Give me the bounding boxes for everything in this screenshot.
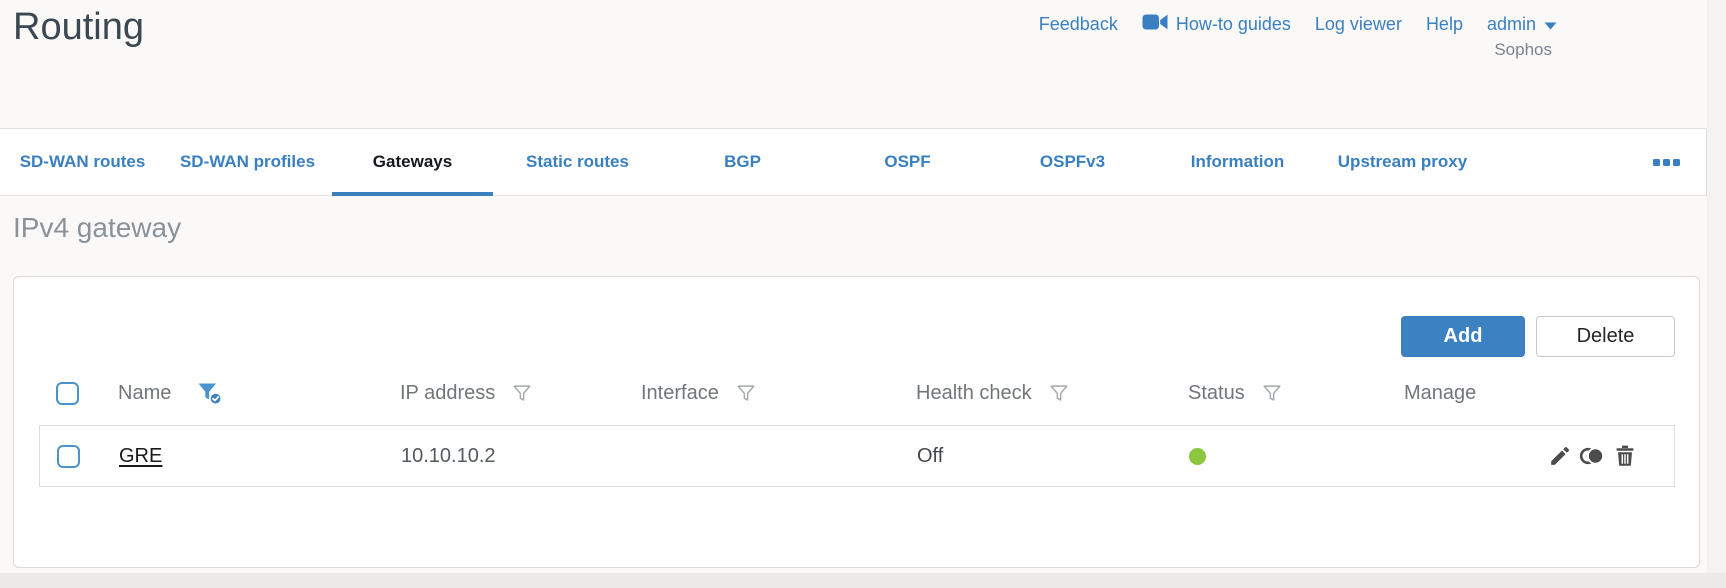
edit-pencil-icon[interactable] [1548,444,1572,468]
status-cell [1177,447,1393,465]
filter-funnel-icon[interactable] [1048,382,1070,404]
gateway-panel: Add Delete Name IP address Interface Hea… [13,276,1700,568]
column-header-ip-address: IP address [388,382,629,405]
log-viewer-link[interactable]: Log viewer [1315,14,1402,35]
video-camera-icon [1142,13,1168,36]
tab-ospfv3[interactable]: OSPFv3 [990,129,1155,195]
chevron-down-icon [1544,14,1557,35]
feedback-link[interactable]: Feedback [1039,14,1118,35]
page-header: Routing Feedback How-to guides Log viewe… [0,0,1726,128]
add-button[interactable]: Add [1401,316,1525,357]
table-header-row: Name IP address Interface Health check S… [39,376,1675,410]
tab-sd-wan-routes[interactable]: SD-WAN routes [0,129,165,195]
gateway-name-link[interactable]: GRE [119,445,162,468]
howto-guides-link[interactable]: How-to guides [1142,13,1291,36]
filter-funnel-icon[interactable] [511,382,533,404]
tab-upstream-proxy[interactable]: Upstream proxy [1320,129,1485,195]
select-all-cell [39,381,106,405]
select-all-checkbox[interactable] [56,381,79,405]
header-links: Feedback How-to guides Log viewer Help a… [1039,13,1557,36]
filter-active-funnel-check-icon[interactable] [196,380,223,406]
ip-address-cell: 10.10.10.2 [401,444,496,467]
page-title: Routing [13,6,144,48]
health-check-cell: Off [917,444,944,467]
column-header-manage: Manage [1404,381,1477,404]
tab-static-routes[interactable]: Static routes [495,129,660,195]
column-header-interface: Interface [629,382,904,405]
tab-information[interactable]: Information [1155,129,1320,195]
table-body: GRE 10.10.10.2 Off [39,425,1675,487]
tab-gateways[interactable]: Gateways [330,129,495,196]
row-checkbox[interactable] [57,444,80,468]
page-bottom-edge [0,573,1726,588]
row-select-cell [40,444,107,468]
tab-bgp[interactable]: BGP [660,129,825,195]
column-header-health-check: Health check [904,382,1176,405]
table-toolbar: Add Delete [39,316,1675,357]
status-green-dot [1189,447,1206,465]
tab-ospf[interactable]: OSPF [825,129,990,195]
gateway-name-cell: GRE [107,445,389,468]
tab-bar: SD-WAN routes SD-WAN profiles Gateways S… [0,128,1707,196]
clone-icon[interactable] [1579,444,1606,468]
admin-menu[interactable]: admin [1487,14,1557,35]
column-header-name: Name [106,380,388,406]
trash-icon[interactable] [1613,444,1637,468]
tab-sd-wan-profiles[interactable]: SD-WAN profiles [165,129,330,195]
filter-funnel-icon[interactable] [735,382,757,404]
table-row: GRE 10.10.10.2 Off [40,426,1674,486]
manage-cell [1393,444,1674,468]
brand-label: Sophos [1494,40,1552,59]
tab-overflow-ellipsis-icon[interactable] [1653,158,1680,166]
delete-button[interactable]: Delete [1536,316,1675,357]
section-title: IPv4 gateway [13,212,182,243]
help-link[interactable]: Help [1426,14,1463,35]
column-header-status: Status [1176,382,1392,405]
filter-funnel-icon[interactable] [1261,382,1283,404]
